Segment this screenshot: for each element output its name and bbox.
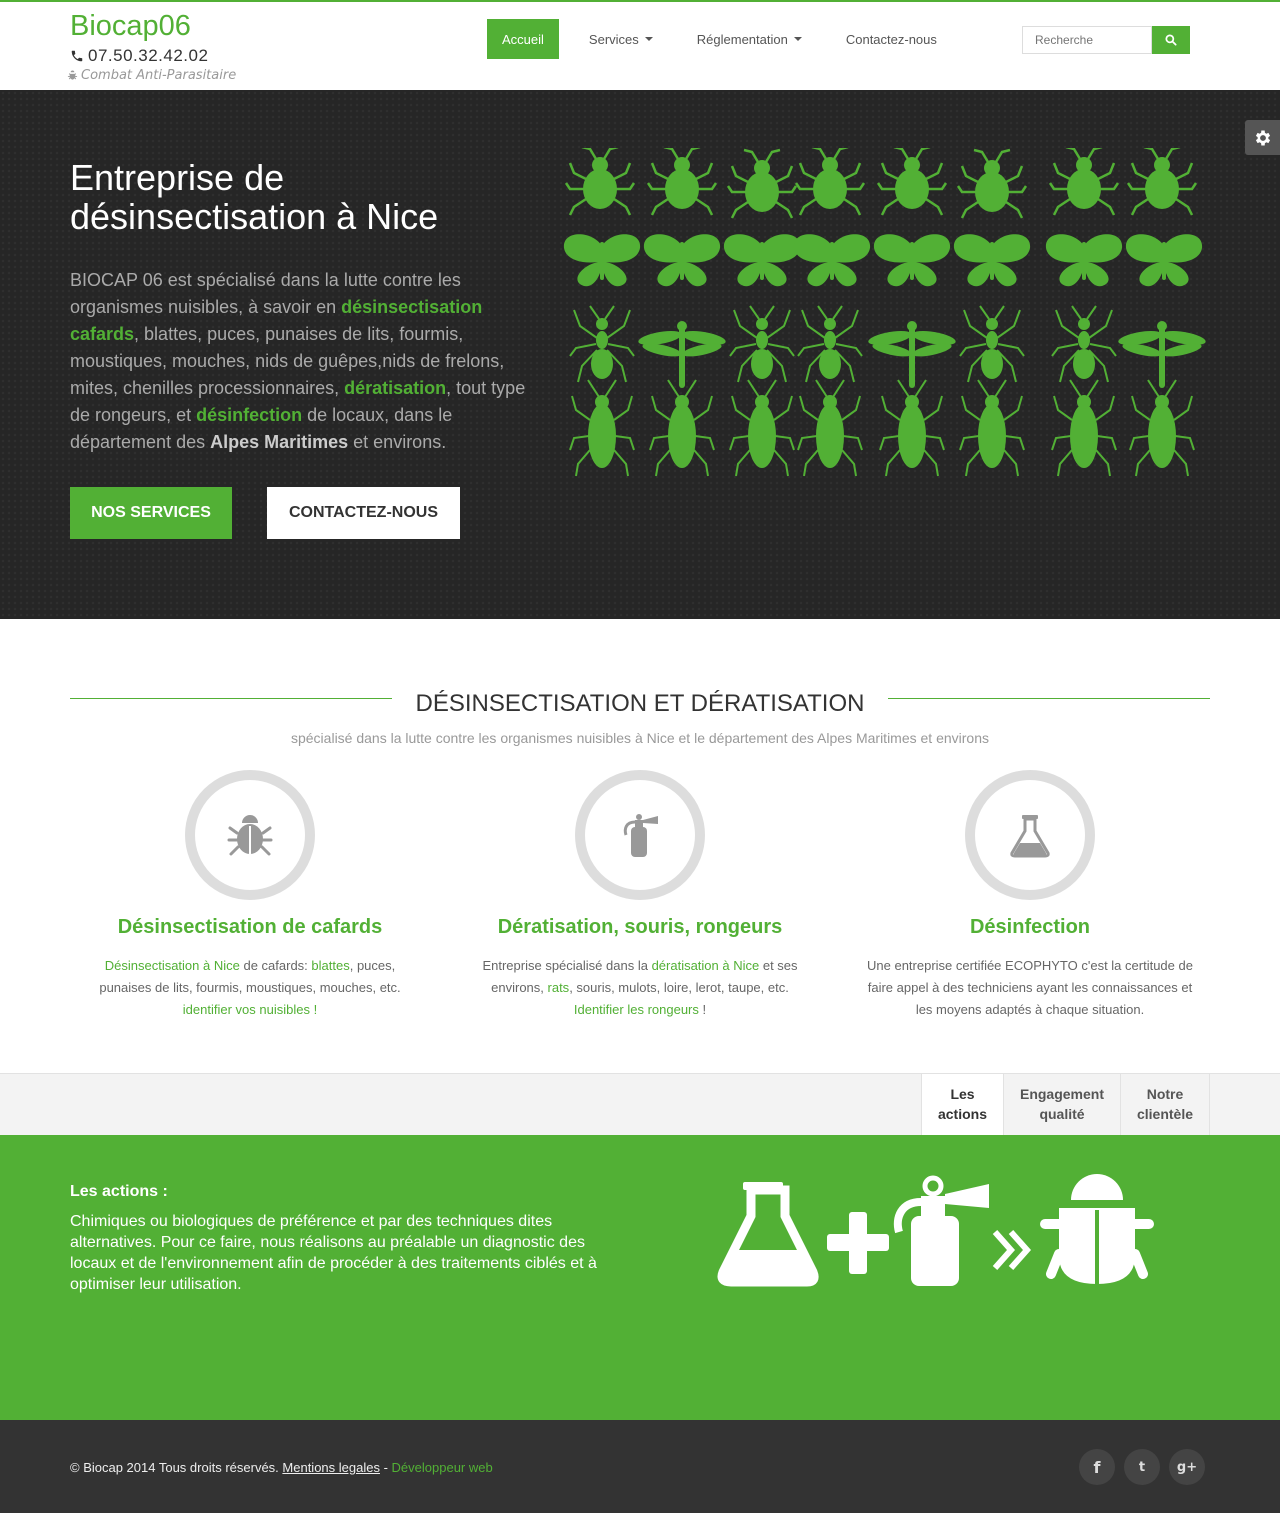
tab-label: Les actions [937, 1086, 987, 1122]
site-header: Biocap06 07.50.32.42.02 Combat Anti-Para… [0, 0, 1280, 90]
search-input[interactable] [1022, 26, 1152, 54]
section-title: DÉSINSECTISATION ET DÉRATISATION [415, 690, 865, 717]
nav-services-label: Services [588, 31, 639, 47]
feature-desinsectisation: Désinsectisation de cafards Désinsectisa… [70, 770, 430, 1021]
caret-down-icon [793, 37, 802, 41]
panel-heading: Les actions : [70, 1183, 168, 1200]
search-icon [1165, 34, 1177, 46]
search-form [1022, 26, 1190, 54]
extinguisher-icon [623, 814, 658, 857]
feature-text-part: Entreprise spécialisé dans la [482, 958, 652, 973]
nav-home[interactable]: Accueil [487, 19, 559, 59]
tab-label: Engagement qualité [1019, 1086, 1104, 1122]
phone-icon [71, 50, 83, 62]
nav-reglementation-label: Réglementation [696, 31, 788, 47]
bug-icon [67, 70, 78, 80]
feature-link[interactable]: blattes [311, 958, 349, 973]
tagline-text: Combat Anti-Parasitaire [81, 68, 237, 83]
tagline: Combat Anti-Parasitaire [67, 68, 236, 83]
hero-region: Alpes Maritimes [210, 432, 349, 452]
nav-contact[interactable]: Contactez-nous [831, 19, 952, 59]
tabs-bar: Les actions Engagement qualité Notre cli… [0, 1073, 1280, 1136]
google-plus-icon[interactable]: g+ [1169, 1449, 1205, 1485]
legal-link[interactable]: Mentions legales [282, 1460, 380, 1475]
main-nav: Accueil Services Réglementation Contacte… [487, 19, 952, 59]
nav-services[interactable]: Services [574, 19, 668, 59]
search-button[interactable] [1152, 26, 1190, 54]
hero-title: Entreprise de désinsectisation à Nice [70, 157, 439, 237]
extinguisher-icon [893, 1175, 989, 1286]
feature-deratisation: Dératisation, souris, rongeurs Entrepris… [460, 770, 820, 1021]
feature-link[interactable]: rats [548, 980, 570, 995]
feature-icon-circle [575, 770, 705, 900]
feature-text-part: ! [698, 1002, 707, 1017]
feature-link[interactable]: Identifier les rongeurs [574, 1002, 699, 1017]
tab-panel-actions: Les actions : Chimiques ou biologiques d… [0, 1135, 1280, 1420]
feature-icon-circle [185, 770, 315, 900]
services-button[interactable]: NOS SERVICES [70, 487, 232, 539]
site-logo[interactable]: Biocap06 [70, 10, 191, 43]
tab-engagement-qualite[interactable]: Engagement qualité [1003, 1074, 1120, 1136]
feature-desinfection: Désinfection Une entreprise certifiée EC… [850, 770, 1210, 1021]
feature-link[interactable]: dératisation à Nice [652, 958, 760, 973]
feature-title: Désinfection [969, 916, 1091, 938]
site-footer: © Biocap 2014 Tous droits réservés. Ment… [0, 1420, 1280, 1513]
panel-text: Chimiques ou biologiques de préférence e… [70, 1213, 597, 1293]
twitter-icon[interactable]: t [1124, 1449, 1160, 1485]
feature-text-part: de cafards: [239, 958, 312, 973]
feature-link[interactable]: identifier vos nuisibles ! [183, 1002, 317, 1017]
phone-text: 07.50.32.42.02 [88, 46, 209, 65]
phone-number: 07.50.32.42.02 [70, 46, 208, 66]
nav-contact-label: Contactez-nous [845, 31, 937, 47]
flask-icon [1010, 815, 1050, 858]
feature-text-part: , souris, mulots, loire, lerot, taupe, e… [569, 980, 789, 995]
gear-icon [1255, 130, 1270, 145]
flask-icon [717, 1182, 819, 1287]
feature-title: Dératisation, souris, rongeurs [497, 916, 783, 938]
feature-text: Une entreprise certifiée ECOPHYTO c'est … [867, 958, 1193, 1017]
hero-section: Entreprise de désinsectisation à Nice BI… [0, 90, 1280, 619]
treatment-combo-illustration [717, 1174, 1154, 1287]
tab-clientele[interactable]: Notre clientèle [1120, 1074, 1210, 1136]
nav-reglementation[interactable]: Réglementation [682, 19, 817, 59]
separator: - [379, 1460, 392, 1475]
section-heading: DÉSINSECTISATION ET DÉRATISATION [70, 688, 1210, 718]
settings-toggle[interactable] [1245, 120, 1280, 155]
bug-icon [227, 815, 273, 856]
feature-text: Entreprise spécialisé dans la dératisati… [460, 955, 820, 1021]
feature-link[interactable]: Désinsectisation à Nice [105, 958, 240, 973]
link-deratisation[interactable]: dératisation [344, 378, 446, 398]
developer-link[interactable]: Développeur web [392, 1460, 493, 1475]
bug-icon [1040, 1174, 1154, 1284]
feature-text: Désinsectisation à Nice de cafards: blat… [70, 955, 430, 1021]
copyright-text: © Biocap 2014 Tous droits réservés. [70, 1460, 279, 1475]
facebook-icon[interactable]: f [1079, 1449, 1115, 1485]
feature-title: Désinsectisation de cafards [117, 916, 383, 938]
double-chevron-icon [992, 1230, 1032, 1270]
caret-down-icon [644, 37, 653, 41]
insects-illustration [563, 148, 1207, 477]
nav-home-label: Accueil [502, 31, 544, 47]
tab-actions[interactable]: Les actions [921, 1074, 1003, 1136]
hero-text-part: et environs. [348, 432, 447, 452]
feature-icon-circle [965, 770, 1095, 900]
hero-text: BIOCAP 06 est spécialisé dans la lutte c… [70, 267, 535, 456]
section-subtitle: spécialisé dans la lutte contre les orga… [290, 730, 990, 746]
link-desinfection[interactable]: désinfection [196, 405, 302, 425]
contact-button[interactable]: CONTACTEZ-NOUS [267, 487, 460, 539]
tab-label: Notre clientèle [1136, 1086, 1194, 1122]
copyright: © Biocap 2014 Tous droits réservés. Ment… [70, 1460, 493, 1475]
plus-icon [827, 1212, 889, 1274]
